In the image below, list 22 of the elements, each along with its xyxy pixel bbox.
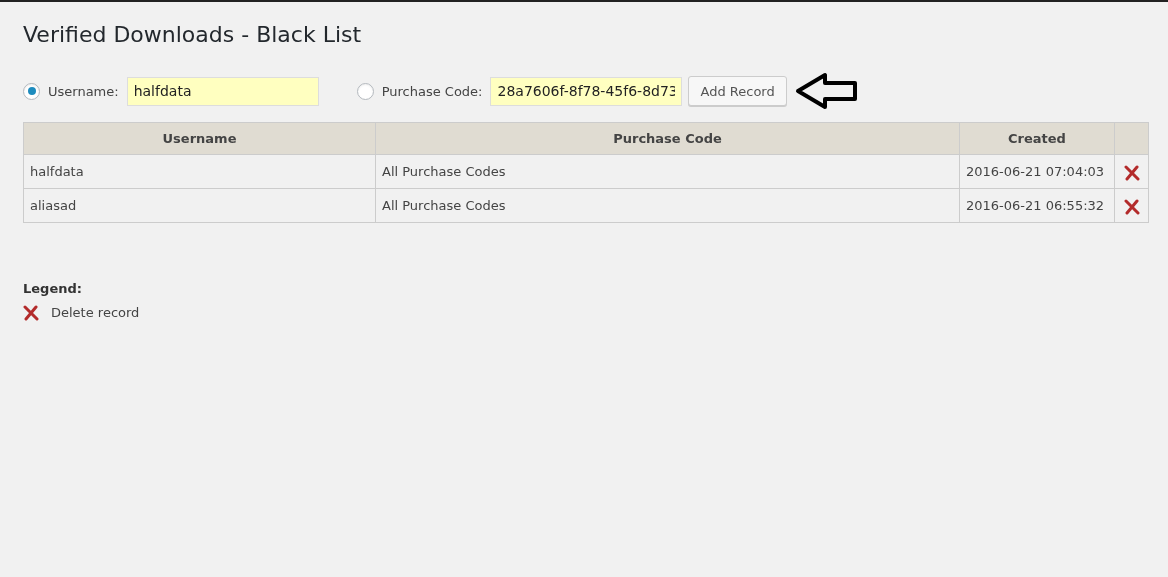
radio-button[interactable]	[23, 82, 40, 100]
table-cell: All Purchase Codes	[375, 154, 960, 189]
table-cell: 2016-06-21 07:04:03	[959, 154, 1115, 189]
arrow-icon	[794, 72, 859, 111]
column-header: Username	[23, 122, 376, 155]
radio-button[interactable]	[356, 82, 374, 100]
delete-icon[interactable]	[1123, 198, 1140, 215]
delete-icon	[23, 304, 39, 321]
legend-label: Delete record	[51, 303, 140, 322]
username-field[interactable]: halfdata	[126, 76, 319, 106]
field-label: Purchase Code:	[381, 82, 483, 101]
column-header: Created	[959, 122, 1115, 155]
add-record-button[interactable]: Add Record	[688, 76, 787, 107]
table-cell: 2016-06-21 06:55:32	[959, 188, 1115, 223]
column-header: Purchase Code	[375, 122, 960, 155]
table-cell: halfdata	[23, 154, 376, 189]
table-cell: aliasad	[23, 188, 376, 223]
field-label: Username:	[48, 82, 119, 101]
delete-icon[interactable]	[1123, 164, 1140, 181]
table-cell: All Purchase Codes	[375, 188, 960, 223]
page-title: Verified Downloads - Black List	[23, 22, 363, 49]
legend-title: Legend:	[23, 280, 83, 299]
